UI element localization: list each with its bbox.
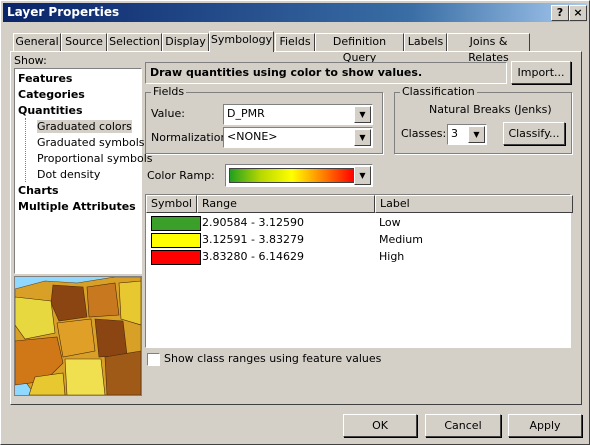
tab-display[interactable]: Display [162,33,209,51]
tree-connector [25,118,27,182]
tab-selection[interactable]: Selection [107,33,162,51]
column-header-label[interactable]: Label [375,195,573,213]
tree-item-graduated-symbols[interactable]: Graduated symbols [37,136,145,149]
show-label: Show: [14,54,47,67]
chevron-down-icon[interactable]: ▼ [468,126,485,143]
class-range: 2.90584 - 3.12590 [202,216,304,229]
tree-item-features[interactable]: Features [18,72,72,85]
symbology-panel: Show: Features Categories Quantities Gra… [10,51,582,405]
map-preview-image [15,277,141,395]
class-symbol-swatch[interactable] [151,216,201,231]
apply-button[interactable]: Apply [508,414,582,437]
tree-item-multiple-attributes[interactable]: Multiple Attributes [18,200,136,213]
table-row[interactable]: 2.90584 - 3.12590 Low [147,215,567,231]
tree-item-charts[interactable]: Charts [18,184,59,197]
column-header-range[interactable]: Range [197,195,375,213]
class-range: 3.83280 - 6.14629 [202,250,304,263]
value-combo-text: D_PMR [227,107,265,120]
classify-button[interactable]: Classify... [503,122,565,145]
normalization-label: Normalization: [151,131,232,144]
table-row[interactable]: 3.12591 - 3.83279 Medium [147,232,567,248]
class-label: Medium [379,233,423,246]
classification-group-label: Classification [400,85,477,98]
tab-labels[interactable]: Labels [404,33,447,51]
fields-group-label: Fields [151,85,187,98]
class-range: 3.12591 - 3.83279 [202,233,304,246]
close-button[interactable]: × [569,5,587,21]
tree-item-graduated-colors[interactable]: Graduated colors [37,120,132,133]
tab-joins-relates[interactable]: Joins & Relates [447,33,530,64]
chevron-down-icon[interactable]: ▼ [354,166,371,185]
normalization-combo[interactable]: <NONE> ▼ [223,127,373,148]
tab-definition-query[interactable]: Definition Query [315,33,404,64]
tree-item-dot-density[interactable]: Dot density [37,168,100,181]
classes-label: Classes: [401,127,447,140]
color-ramp-label: Color Ramp: [147,169,215,182]
cancel-button[interactable]: Cancel [425,414,501,437]
chevron-down-icon[interactable]: ▼ [354,129,371,146]
column-header-symbol[interactable]: Symbol [146,195,197,213]
normalization-combo-text: <NONE> [227,130,278,143]
tree-item-quantities[interactable]: Quantities [18,104,83,117]
description-text: Draw quantities using color to show valu… [150,66,423,79]
color-ramp-gradient [229,168,355,183]
window-title: Layer Properties [7,5,120,19]
chevron-down-icon[interactable]: ▼ [354,106,371,123]
classes-combo[interactable]: 3 ▼ [447,124,487,145]
show-tree[interactable]: Features Categories Quantities Graduated… [14,68,153,274]
class-symbol-swatch[interactable] [151,233,201,248]
title-bar[interactable]: Layer Properties ? × [3,3,587,22]
tab-source[interactable]: Source [61,33,107,51]
tab-symbology[interactable]: Symbology [209,31,274,52]
value-label: Value: [151,107,185,120]
table-row[interactable]: 3.83280 - 6.14629 High [147,249,567,265]
map-preview [14,276,142,396]
description-box: Draw quantities using color to show valu… [145,62,507,84]
value-combo[interactable]: D_PMR ▼ [223,104,373,125]
class-label: Low [379,216,401,229]
tab-fields[interactable]: Fields [275,33,315,51]
tree-item-proportional-symbols[interactable]: Proportional symbols [37,152,153,165]
ok-button[interactable]: OK [343,414,417,437]
import-button[interactable]: Import... [511,61,571,84]
class-list[interactable]: Symbol Range Label 2.90584 - 3.12590 Low… [145,194,573,348]
tab-general[interactable]: General [13,33,61,51]
show-ranges-label: Show class ranges using feature values [164,352,382,365]
tree-item-categories[interactable]: Categories [18,88,85,101]
layer-properties-dialog: Layer Properties ? × General Source Sele… [0,0,590,445]
classes-combo-text: 3 [451,127,458,140]
help-button[interactable]: ? [551,5,569,21]
class-label: High [379,250,405,263]
show-ranges-checkbox[interactable] [147,353,160,366]
class-symbol-swatch[interactable] [151,250,201,265]
classification-method: Natural Breaks (Jenks) [429,103,552,116]
color-ramp-combo[interactable]: ▼ [225,164,373,187]
